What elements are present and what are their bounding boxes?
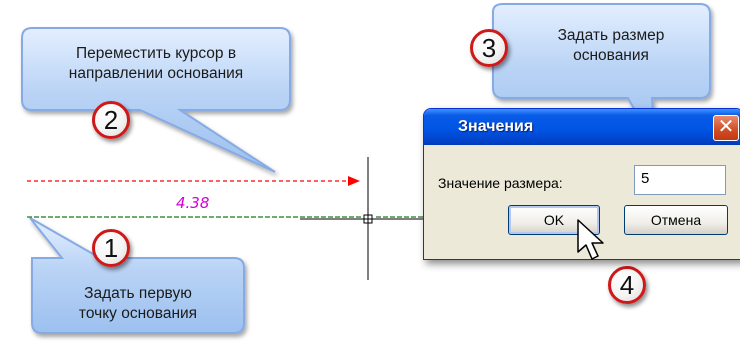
callout-2-line-1: Переместить курсор в	[75, 45, 237, 62]
callout-2-text: Переместить курсор в направлении основан…	[22, 44, 290, 84]
step-marker-4: 4	[608, 266, 646, 304]
close-icon[interactable]: ✕	[713, 115, 739, 141]
callout-3-text: Задать размер основания	[512, 26, 710, 66]
callout-1-line-1: Задать первую	[84, 285, 192, 302]
callout-1-text: Задать первую точку основания	[32, 284, 244, 324]
callout-3-line-2: основания	[573, 47, 649, 64]
callout-2-line-2: направлении основания	[68, 65, 244, 82]
callout-3-line-1: Задать размер	[557, 27, 665, 44]
size-value-input[interactable]: 5	[634, 165, 726, 195]
measure-label: 4.38	[176, 194, 210, 212]
step-marker-1: 1	[92, 229, 130, 267]
mouse-pointer-icon	[577, 219, 604, 260]
callout-1-line-2: точку основания	[78, 305, 198, 322]
dialog-titlebar[interactable]: Значения ✕	[424, 109, 740, 145]
step-marker-2: 2	[92, 101, 130, 139]
dialog-title: Значения	[458, 118, 534, 135]
size-value-label: Значение размера:	[438, 175, 563, 191]
cancel-button[interactable]: Отмена	[624, 205, 728, 235]
direction-arrowhead	[348, 176, 360, 186]
step-marker-3: 3	[470, 29, 508, 67]
